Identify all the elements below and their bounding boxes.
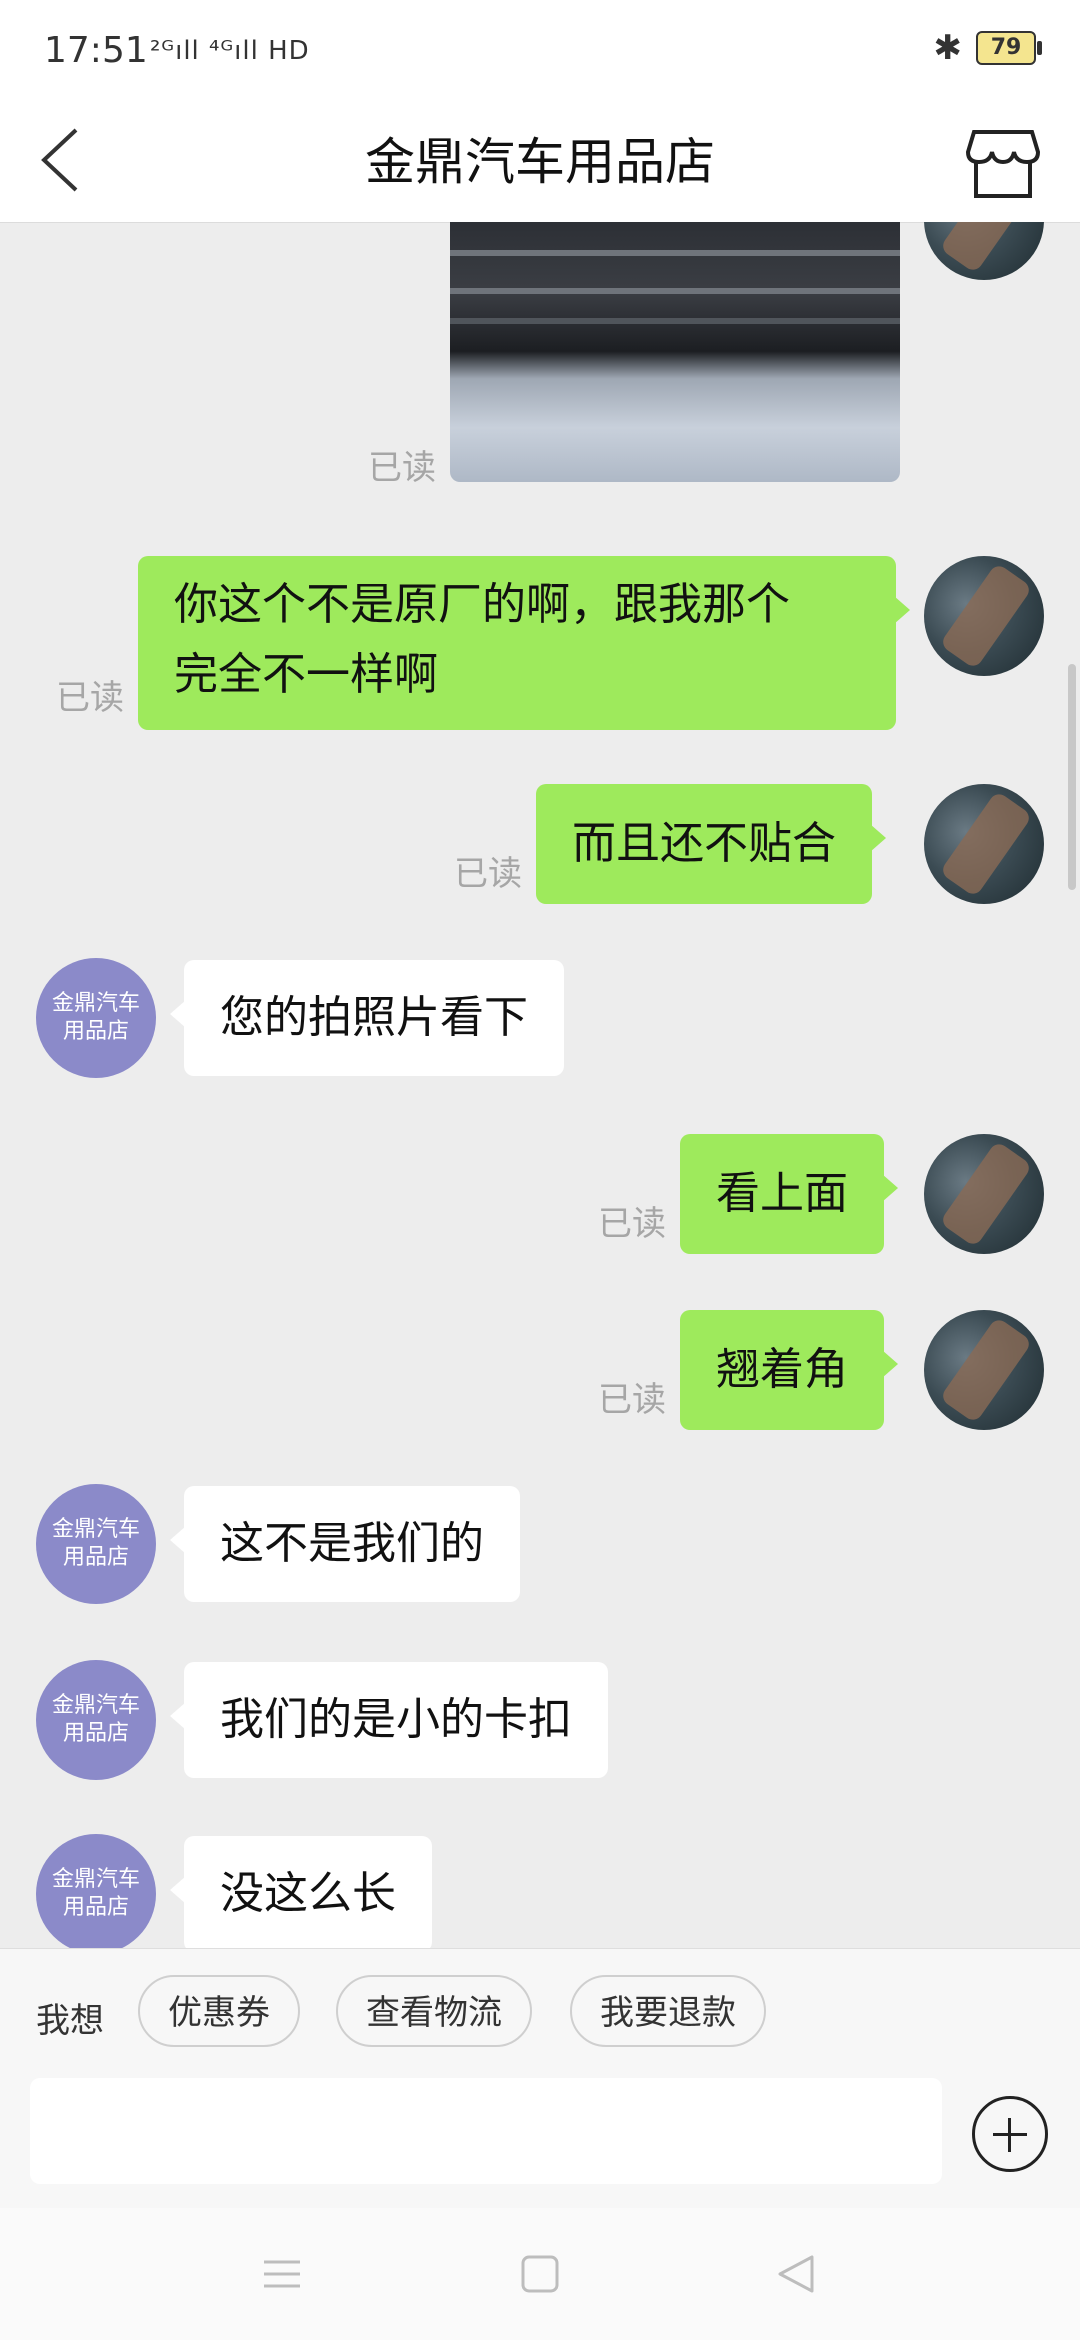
menu-icon[interactable]	[262, 2254, 302, 2294]
status-right: ✱ 79	[933, 28, 1042, 68]
message-line: 你这个不是原厂的啊，跟我那个	[174, 579, 790, 630]
page-title: 金鼎汽车用品店	[365, 133, 715, 191]
chip-logistics[interactable]: 查看物流	[336, 1975, 532, 2047]
scrollbar[interactable]	[1068, 664, 1076, 890]
message-bubble[interactable]: 我们的是小的卡扣	[170, 1662, 608, 1778]
user-avatar[interactable]	[924, 784, 1044, 904]
message-bubble[interactable]: 而且还不贴合	[536, 784, 886, 904]
message-bubble[interactable]: 没这么长	[170, 1836, 432, 1948]
chat-area[interactable]: 已读 你这个不是原厂的啊，跟我那个 完全不一样啊 已读 而且还不贴合 已读 金鼎…	[0, 222, 1080, 1948]
message-bubble[interactable]: 翘着角	[680, 1310, 898, 1430]
home-icon[interactable]	[520, 2254, 560, 2294]
read-status: 已读	[454, 854, 522, 894]
system-nav-bar	[0, 2208, 1080, 2340]
chip-coupon[interactable]: 优惠券	[138, 1975, 300, 2047]
status-bar: 17:51 ²ᴳıll ⁴ᴳıll HD ✱ 79	[0, 0, 1080, 100]
input-bar	[0, 2078, 1080, 2208]
read-status: 已读	[368, 448, 436, 488]
message-bubble[interactable]: 您的拍照片看下	[170, 960, 564, 1076]
signal-icon: ²ᴳıll ⁴ᴳıll HD	[150, 36, 310, 66]
status-time: 17:51	[44, 30, 148, 71]
read-status: 已读	[598, 1380, 666, 1420]
shop-avatar[interactable]: 金鼎汽车 用品店	[36, 1484, 156, 1604]
user-avatar[interactable]	[924, 222, 1044, 280]
chat-header: 金鼎汽车用品店	[0, 100, 1080, 223]
user-avatar[interactable]	[924, 1310, 1044, 1430]
message-bubble[interactable]: 看上面	[680, 1134, 898, 1254]
user-avatar[interactable]	[924, 556, 1044, 676]
shop-avatar[interactable]: 金鼎汽车 用品店	[36, 1834, 156, 1948]
message-input[interactable]	[30, 2078, 942, 2184]
photo-message[interactable]	[450, 222, 900, 482]
read-status: 已读	[598, 1204, 666, 1244]
bluetooth-icon: ✱	[933, 28, 963, 68]
shop-avatar[interactable]: 金鼎汽车 用品店	[36, 1660, 156, 1780]
plus-icon[interactable]	[972, 2096, 1048, 2172]
shop-avatar[interactable]: 金鼎汽车 用品店	[36, 958, 156, 1078]
battery-icon: 79	[976, 31, 1042, 65]
user-avatar[interactable]	[924, 1134, 1044, 1254]
read-status: 已读	[56, 678, 124, 718]
store-icon[interactable]	[966, 118, 1040, 202]
quick-label: 我想	[36, 2001, 104, 2041]
message-bubble[interactable]: 你这个不是原厂的啊，跟我那个 完全不一样啊	[138, 556, 910, 730]
message-line: 完全不一样啊	[174, 649, 438, 700]
message-bubble[interactable]: 这不是我们的	[170, 1486, 520, 1602]
back-nav-icon[interactable]	[776, 2254, 816, 2294]
quick-actions: 我想 优惠券 查看物流 我要退款	[0, 1948, 1080, 2079]
chip-refund[interactable]: 我要退款	[570, 1975, 766, 2047]
